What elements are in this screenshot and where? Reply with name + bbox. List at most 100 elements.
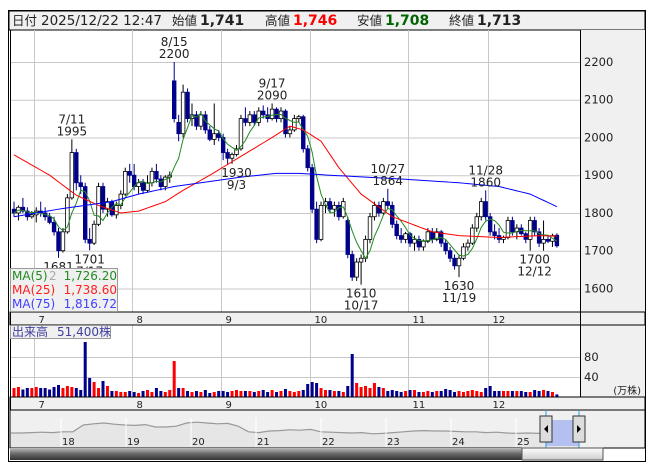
year-label: 22 [322,437,335,448]
candle-down [56,231,61,252]
volume-bar [39,388,43,397]
volume-label: 出来高 [12,324,48,339]
candle-up [296,116,301,120]
volume-bar [252,392,256,397]
candle-up [332,205,337,210]
candle-down [216,133,221,138]
low-value: 1,708 [385,13,429,29]
year-label: 21 [257,437,270,448]
volume-bar [177,388,181,397]
volume-bar [16,387,20,397]
volume-bar [324,390,327,397]
volume-bar [110,391,114,397]
candle-down [314,208,319,240]
volume-bar [194,391,198,397]
volume-bar [493,391,497,397]
candle-down [78,182,83,187]
volume-bar [190,392,194,397]
candle-up [421,240,426,248]
price-tick-label: 1900 [584,168,613,182]
volume-bar [350,354,354,397]
candle-up [479,201,484,218]
volume-bar [292,392,296,397]
volume-bar [524,392,528,397]
volume-bar [542,390,546,397]
candle-down [154,171,159,180]
candle-up [114,205,119,216]
candle-down [176,121,181,135]
volume-bar [221,391,225,397]
volume-bar [97,388,101,397]
volume-bar [114,391,118,397]
volume-bar [283,389,287,397]
volume-bar [261,390,265,397]
volume-bar [172,361,176,397]
low-label: 安値 [357,13,382,28]
high-label: 高値 [265,13,290,28]
candle-down [532,220,537,233]
volume-bar [30,388,34,397]
volume-bar [346,386,350,397]
volume-bar [550,392,554,397]
price-tick-label: 1700 [584,244,613,258]
month-label: 8 [137,400,143,411]
volume-bar [288,391,292,397]
volume-bar [475,391,479,397]
ma5-label: MA(5) [12,269,48,283]
volume-bar [12,388,16,397]
annotation-value: 1864 [373,174,404,188]
volume-bar [448,390,452,397]
scrollbar-thumb[interactable] [521,447,604,461]
candle-up [229,154,235,159]
volume-bar [381,388,385,397]
candle-down [158,178,164,187]
volume-bar [137,393,141,397]
volume-bar [150,392,154,397]
range-left-handle[interactable] [539,415,553,443]
range-navigator[interactable]: 18 19 20 21 22 23 24 25 [9,409,646,449]
year-label: 18 [62,437,75,448]
month-axis-bottom [9,396,646,411]
candle-down [260,110,266,116]
volume-bar [132,392,136,397]
candle-down [305,148,310,169]
volume-bar [306,384,310,397]
stock-chart-widget: 日付 2025/12/22 12:47 始値 1,741 高値 1,746 安値… [0,0,653,470]
volume-bar [25,388,29,397]
volume-bar [43,388,47,397]
close-value: 1,713 [477,13,521,29]
volume-legend: 出来高 51,400株 [10,324,111,339]
annotation-date: 12/12 [517,265,552,279]
candle-up [180,91,186,135]
chart-canvas: 日付 2025/12/22 12:47 始値 1,741 高値 1,746 安値… [8,10,646,462]
volume-bar [470,390,474,397]
candle-down [100,186,106,210]
volume-bar [275,392,279,397]
range-right-handle[interactable] [572,415,586,443]
candle-down [243,118,248,123]
date-label: 日付 [12,13,37,28]
volume-bar [497,391,501,397]
candle-down [398,235,404,240]
year-label: 23 [387,437,400,448]
volume-bar [208,393,212,397]
annotation-value: 2200 [159,47,190,61]
volume-bar [21,389,25,397]
volume-bar [212,392,216,397]
scrollbar-track[interactable] [10,448,522,460]
volume-bar [105,386,109,397]
annotation-date: 9/3 [227,178,246,192]
annotation-value: 2090 [257,89,288,103]
candle-down [483,201,488,218]
candle-up [60,231,66,252]
candle-down [301,116,306,150]
candle-down [207,129,212,140]
volume-bar [417,392,421,397]
volume-bar [506,391,510,397]
candle-down [447,250,453,259]
candle-down [47,216,52,223]
candle-up [403,233,408,240]
volume-bar [421,392,425,397]
volume-bar [332,391,336,397]
volume-bar [368,388,372,397]
